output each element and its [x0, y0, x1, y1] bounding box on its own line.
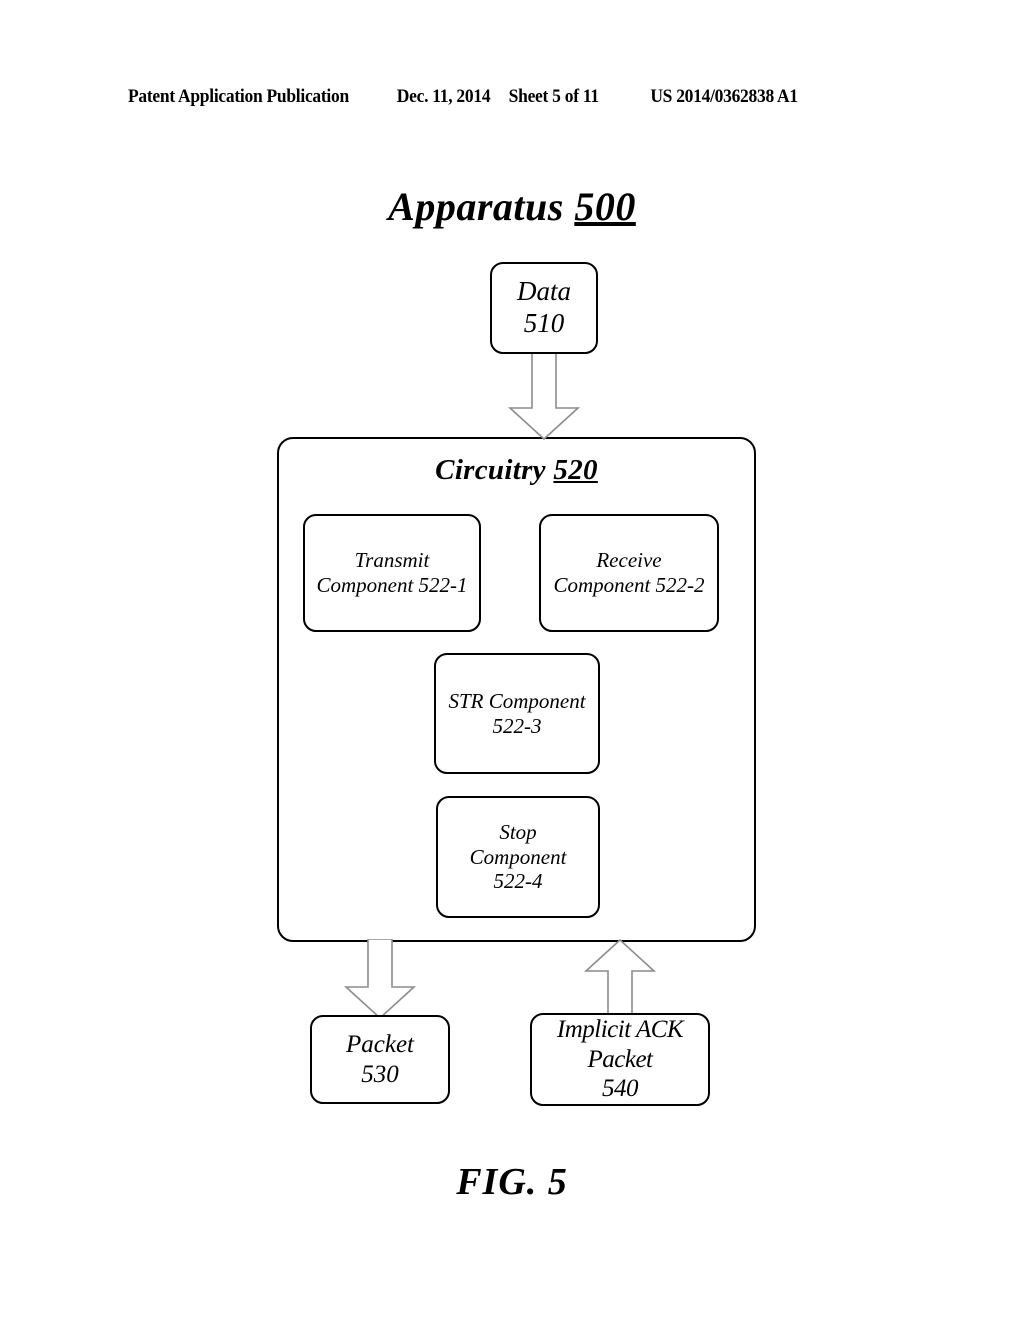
node-circuitry-title-text: Circuitry — [435, 454, 546, 486]
node-circuitry-title-number: 520 — [553, 454, 598, 486]
node-implicit-ack-packet-540[interactable]: Implicit ACK Packet 540 — [530, 1013, 710, 1106]
node-receive-line-1: Receive — [596, 548, 662, 573]
node-data-line-2: 510 — [523, 308, 565, 338]
arrow-ack-packet-to-circuitry-icon — [574, 938, 666, 1018]
node-receive-line-2: Component 522-2 — [553, 573, 705, 597]
node-stop-line-2: Component — [469, 844, 567, 869]
node-circuitry-title: Circuitry 520 — [435, 453, 598, 487]
figure-title-text: Apparatus — [388, 184, 564, 229]
arrow-data-to-circuitry-icon — [498, 351, 590, 441]
node-transmit-component-522-1[interactable]: Transmit Component 522-1 — [303, 514, 481, 632]
figure-title-number: 500 — [574, 184, 636, 229]
node-transmit-line-2: Component 522-1 — [316, 573, 468, 597]
node-transmit-line-1: Transmit — [354, 548, 430, 573]
page-header: Patent Application Publication Dec. 11, … — [128, 86, 835, 112]
header-date-label: Dec. 11, 2014 — [396, 86, 491, 107]
node-data-510[interactable]: Data 510 — [490, 262, 598, 354]
node-data-line-1: Data — [517, 276, 571, 307]
arrow-circuitry-to-packet-icon — [334, 938, 426, 1020]
node-packet-530[interactable]: Packet 530 — [310, 1015, 450, 1104]
node-stop-component-522-4[interactable]: Stop Component 522-4 — [436, 796, 600, 918]
figure-caption: FIG. 5 — [456, 1161, 568, 1203]
node-ack-line-1: Implicit ACK — [556, 1016, 684, 1044]
node-ack-line-3: 540 — [602, 1075, 639, 1103]
header-publication-label: Patent Application Publication — [128, 86, 349, 107]
node-str-component-522-3[interactable]: STR Component 522-3 — [434, 653, 600, 774]
node-ack-line-2: Packet — [587, 1045, 653, 1073]
figure-title: Apparatus 500 — [0, 183, 1024, 230]
node-packet-line-2: 530 — [361, 1060, 399, 1088]
node-str-line-1: STR Component — [448, 688, 586, 713]
node-stop-line-1: Stop — [499, 819, 537, 844]
node-stop-line-3: 522-4 — [493, 869, 543, 894]
header-sheet-label: Sheet 5 of 11 — [508, 86, 599, 107]
header-document-number: US 2014/0362838 A1 — [650, 86, 798, 107]
node-receive-component-522-2[interactable]: Receive Component 522-2 — [539, 514, 719, 632]
node-packet-line-1: Packet — [345, 1031, 414, 1058]
node-str-line-2: 522-3 — [492, 713, 542, 738]
